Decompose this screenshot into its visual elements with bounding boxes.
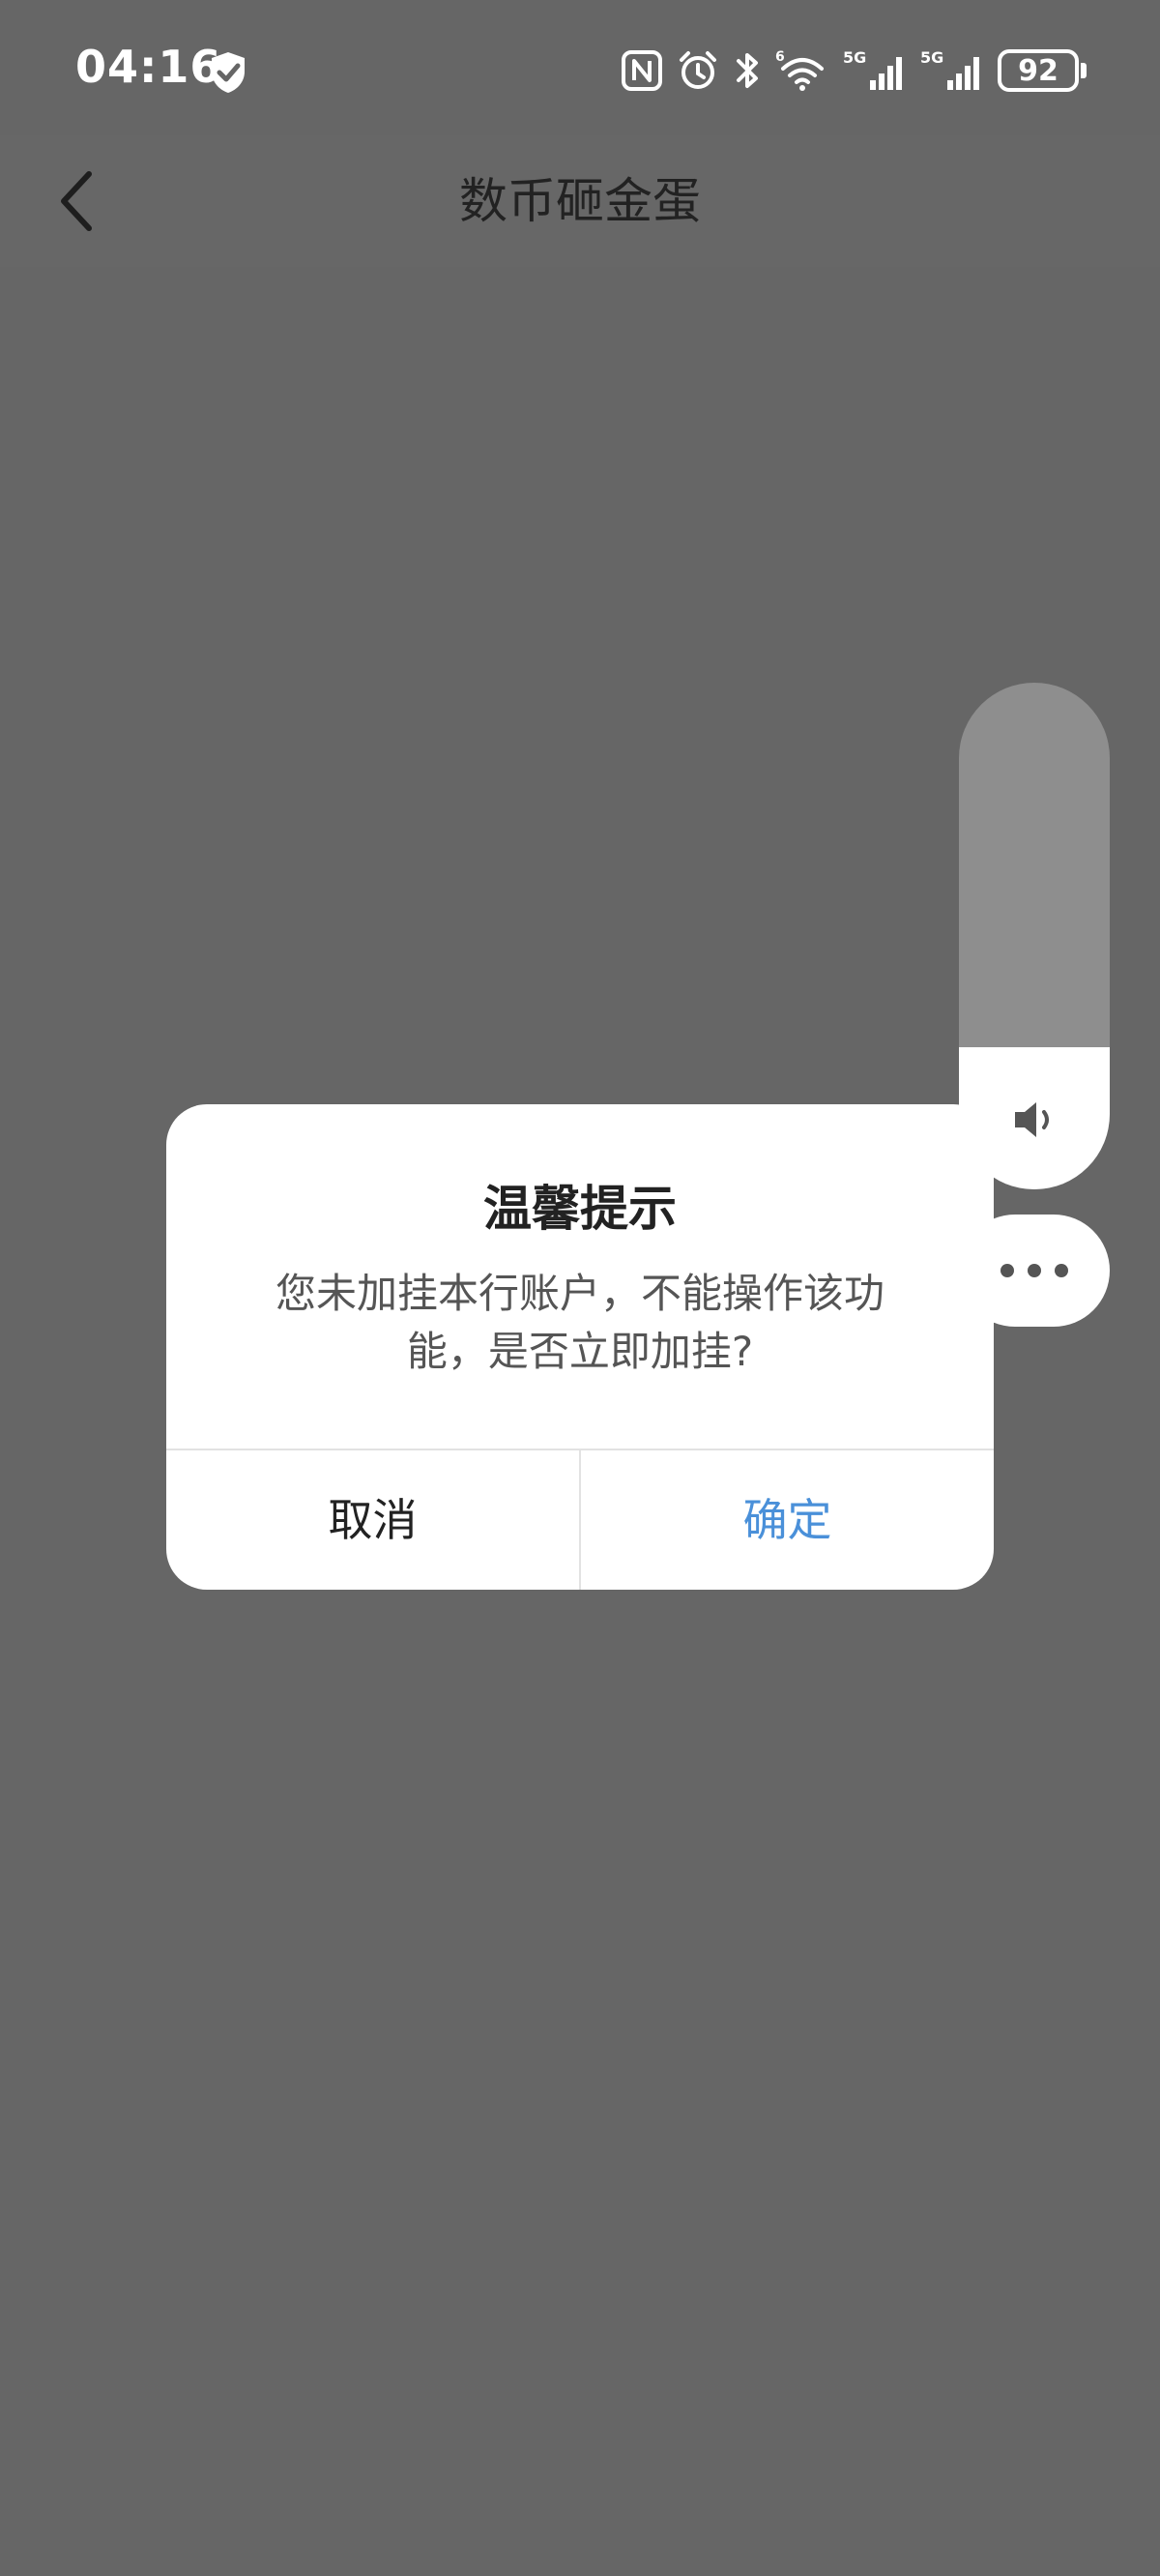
battery-icon: 92 [998,49,1087,92]
dialog-message: 您未加挂本行账户，不能操作该功能，是否立即加挂? [275,1270,884,1375]
chevron-left-icon [61,171,92,231]
dialog-title: 温馨提示 [483,1181,677,1237]
page-title: 数币砸金蛋 [459,173,701,229]
nav-bar: 数币砸金蛋 [0,135,1160,267]
status-bar: 04:16 6 5G 5G 92 [0,0,1160,135]
status-icons: 6 5G 5G 92 [621,43,1087,99]
5g-signal-icon: 5G [920,48,979,90]
svg-text:5G: 5G [843,48,866,67]
volume-slider[interactable] [959,683,1110,1189]
svg-text:5G: 5G [920,48,943,67]
svg-text:6: 6 [775,49,785,65]
battery-level: 92 [998,49,1079,92]
status-time: 04:16 [75,41,222,93]
back-button[interactable] [43,157,112,246]
more-dots-icon [1000,1264,1014,1277]
confirm-button[interactable]: 确定 [581,1450,994,1590]
bluetooth-icon [737,53,758,88]
alarm-icon [680,51,716,89]
cancel-button[interactable]: 取消 [166,1450,579,1590]
nfc-icon [622,50,662,91]
alert-dialog: 温馨提示 您未加挂本行账户，不能操作该功能，是否立即加挂? 取消 确定 [166,1104,994,1590]
wifi-6-icon: 6 [775,49,824,91]
5g-signal-icon: 5G [843,48,902,90]
shield-check-icon [212,52,245,93]
